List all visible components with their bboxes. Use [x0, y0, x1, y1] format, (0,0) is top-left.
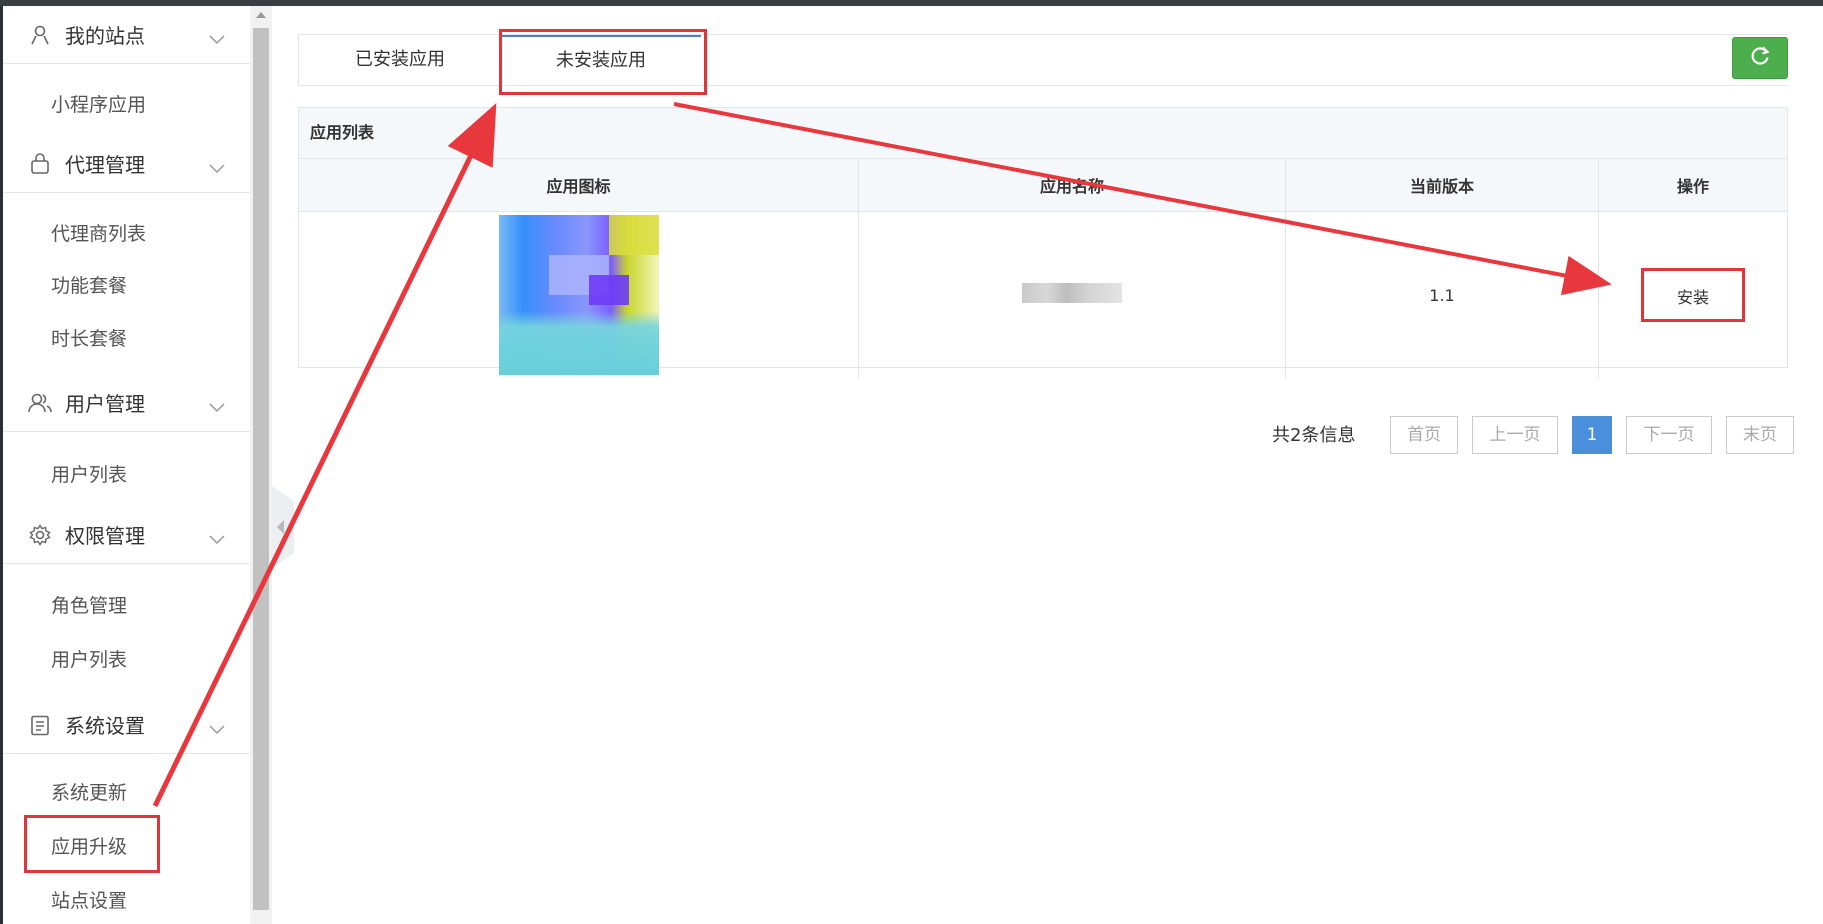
sidebar-item-agent-list[interactable]: 代理商列表 — [51, 219, 146, 249]
refresh-button[interactable] — [1732, 37, 1788, 79]
bag-icon — [27, 151, 53, 177]
table-row: 1.1 安装 — [299, 211, 1788, 379]
sidebar-group-title: 代理管理 — [65, 153, 145, 177]
chevron-down-icon — [209, 716, 225, 740]
sidebar-group-user-management[interactable]: 用户管理 — [3, 374, 253, 432]
page-current-button[interactable]: 1 — [1572, 416, 1612, 454]
sidebar-item-user-list[interactable]: 用户列表 — [51, 460, 127, 490]
sidebar-group-agent-management[interactable]: 代理管理 — [3, 135, 253, 193]
column-header-app-icon: 应用图标 — [299, 159, 859, 212]
app-name-redacted — [1022, 283, 1122, 303]
sidebar-item-duration-packages[interactable]: 时长套餐 — [51, 324, 127, 354]
panel-title: 应用列表 — [299, 108, 1787, 159]
install-button[interactable]: 安装 — [1641, 268, 1745, 322]
app-table: 应用图标 应用名称 当前版本 操作 1.1 安装 — [299, 159, 1787, 378]
main-content: 已安装应用 未安装应用 应用列表 应用图标 应用名称 当前版本 操作 1.1 安… — [272, 6, 1823, 924]
gear-icon — [27, 522, 53, 548]
chevron-down-icon — [209, 526, 225, 550]
column-header-action: 操作 — [1598, 159, 1787, 212]
chevron-left-icon — [277, 520, 284, 534]
chevron-down-icon — [209, 155, 225, 179]
sidebar-group-title: 用户管理 — [65, 392, 145, 416]
chevron-down-icon — [209, 26, 225, 50]
column-header-app-name: 应用名称 — [858, 159, 1286, 212]
pagination: 共2条信息 首页 上一页 1 下一页 末页 — [272, 416, 1823, 456]
sidebar-group-permission-management[interactable]: 权限管理 — [3, 506, 253, 564]
sidebar-group-title: 系统设置 — [65, 714, 145, 738]
chevron-down-icon — [209, 394, 225, 418]
page-first-button[interactable]: 首页 — [1390, 416, 1458, 454]
clipboard-icon — [27, 712, 53, 738]
sidebar: 我的站点 小程序应用 代理管理 代理商列表 功能套餐 时长套餐 用户管理 用户列… — [0, 6, 253, 924]
sidebar-group-title: 权限管理 — [65, 524, 145, 548]
sidebar-item-user-list-2[interactable]: 用户列表 — [51, 645, 127, 675]
user-icon — [27, 22, 53, 48]
users-icon — [27, 390, 53, 416]
page-prev-button[interactable]: 上一页 — [1472, 416, 1558, 454]
scroll-up-icon[interactable] — [256, 12, 266, 18]
refresh-icon — [1749, 45, 1771, 71]
page-last-button[interactable]: 末页 — [1726, 416, 1794, 454]
sidebar-item-feature-packages[interactable]: 功能套餐 — [51, 271, 127, 301]
version-cell: 1.1 — [1285, 211, 1599, 378]
sidebar-item-mini-program-apps[interactable]: 小程序应用 — [51, 90, 146, 120]
pagination-total: 共2条信息 — [1272, 425, 1356, 446]
sidebar-item-app-upgrade[interactable]: 应用升级 — [51, 832, 127, 862]
sidebar-group-title: 我的站点 — [65, 24, 145, 48]
sidebar-scrollbar[interactable] — [250, 6, 272, 924]
app-list-panel: 应用列表 应用图标 应用名称 当前版本 操作 1.1 安装 — [298, 107, 1788, 378]
sidebar-item-role-management[interactable]: 角色管理 — [51, 591, 127, 621]
sidebar-item-system-update[interactable]: 系统更新 — [51, 778, 127, 808]
sidebar-group-system-settings[interactable]: 系统设置 — [3, 696, 253, 754]
app-icon-cell — [299, 211, 859, 378]
tab-bar: 已安装应用 未安装应用 — [298, 34, 1788, 86]
app-icon-image — [498, 215, 659, 375]
column-header-version: 当前版本 — [1285, 159, 1599, 212]
tab-not-installed-apps[interactable]: 未安装应用 — [501, 35, 701, 85]
page-next-button[interactable]: 下一页 — [1626, 416, 1712, 454]
scrollbar-thumb[interactable] — [253, 28, 269, 910]
app-name-cell — [858, 211, 1286, 378]
sidebar-item-site-settings[interactable]: 站点设置 — [51, 886, 127, 916]
tab-installed-apps[interactable]: 已安装应用 — [299, 35, 501, 85]
sidebar-group-my-site[interactable]: 我的站点 — [3, 6, 253, 64]
action-cell: 安装 — [1599, 212, 1788, 379]
